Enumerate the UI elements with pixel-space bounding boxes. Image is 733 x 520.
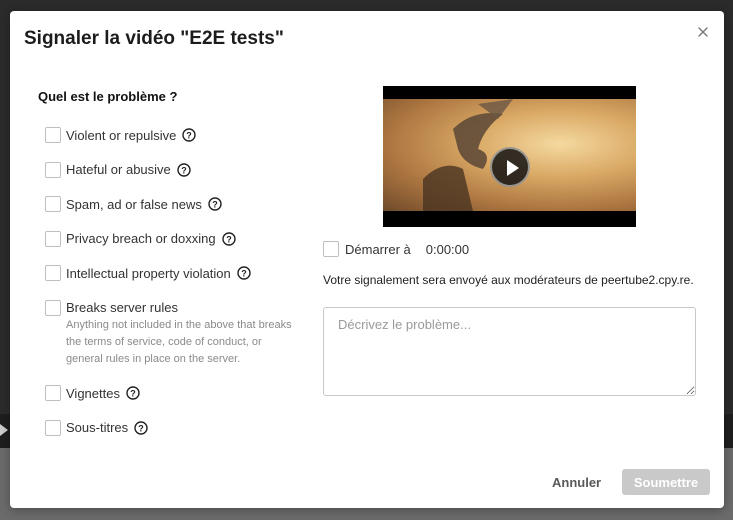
cancel-button[interactable]: Annuler (542, 469, 611, 495)
option-label: Sous-titres (66, 420, 129, 436)
help-icon[interactable]: ? (126, 386, 140, 400)
start-at-row: Démarrer à 0:00:00 (323, 241, 469, 257)
option-label: Privacy breach or doxxing (66, 231, 216, 247)
play-icon[interactable] (490, 147, 530, 187)
start-at-checkbox[interactable] (323, 241, 339, 257)
help-icon[interactable]: ? (134, 421, 148, 435)
background-play-icon (0, 424, 8, 436)
option-privacy[interactable]: Privacy breach or doxxing ? (38, 222, 298, 257)
option-hateful[interactable]: Hateful or abusive ? (38, 153, 298, 188)
submit-button[interactable]: Soumettre (622, 469, 710, 495)
help-icon[interactable]: ? (177, 163, 191, 177)
option-intellectual-property[interactable]: Intellectual property violation ? (38, 256, 298, 291)
checkbox[interactable] (45, 385, 61, 402)
question-label: Quel est le problème ? (38, 89, 178, 104)
checkbox[interactable] (45, 196, 61, 213)
svg-text:?: ? (187, 131, 193, 141)
close-icon[interactable] (696, 25, 710, 39)
option-vignettes[interactable]: Vignettes ? (38, 376, 298, 411)
help-icon[interactable]: ? (237, 266, 251, 280)
option-label: Vignettes (66, 385, 120, 401)
option-label: Hateful or abusive (66, 162, 171, 178)
option-label: Intellectual property violation (66, 265, 231, 281)
server-rules-description: Anything not included in the above that … (66, 319, 292, 365)
svg-text:?: ? (241, 269, 247, 279)
svg-text:?: ? (226, 234, 232, 244)
svg-text:?: ? (212, 200, 218, 210)
option-spam[interactable]: Spam, ad or false news ? (38, 187, 298, 222)
svg-text:?: ? (138, 423, 144, 433)
video-preview[interactable] (383, 86, 636, 227)
start-at-label: Démarrer à (345, 241, 411, 257)
checkbox[interactable] (45, 299, 61, 316)
start-at-time: 0:00:00 (425, 241, 470, 257)
option-violent[interactable]: Violent or repulsive ? (38, 118, 298, 153)
checkbox[interactable] (45, 230, 61, 247)
dialog-title: Signaler la vidéo "E2E tests" (24, 28, 284, 49)
help-icon[interactable]: ? (182, 128, 197, 142)
svg-text:?: ? (181, 165, 187, 175)
description-textarea[interactable] (323, 307, 696, 396)
checkbox[interactable] (45, 419, 61, 436)
reason-list: Quel est le problème ? Violent or repuls… (38, 89, 298, 445)
moderators-notice: Votre signalement sera envoyé aux modéra… (323, 273, 694, 287)
help-icon[interactable]: ? (221, 232, 236, 246)
report-dialog: Signaler la vidéo "E2E tests" Quel est l… (10, 11, 724, 508)
checkbox[interactable] (45, 265, 61, 282)
svg-text:?: ? (130, 389, 136, 399)
option-subtitles[interactable]: Sous-titres ? (38, 411, 298, 446)
help-icon[interactable]: ? (208, 197, 222, 211)
checkbox[interactable] (45, 161, 61, 178)
option-label: Spam, ad or false news (66, 196, 202, 212)
option-label: Violent or repulsive (66, 127, 177, 143)
checkbox[interactable] (45, 127, 61, 144)
option-label: Breaks server rules (66, 300, 178, 316)
